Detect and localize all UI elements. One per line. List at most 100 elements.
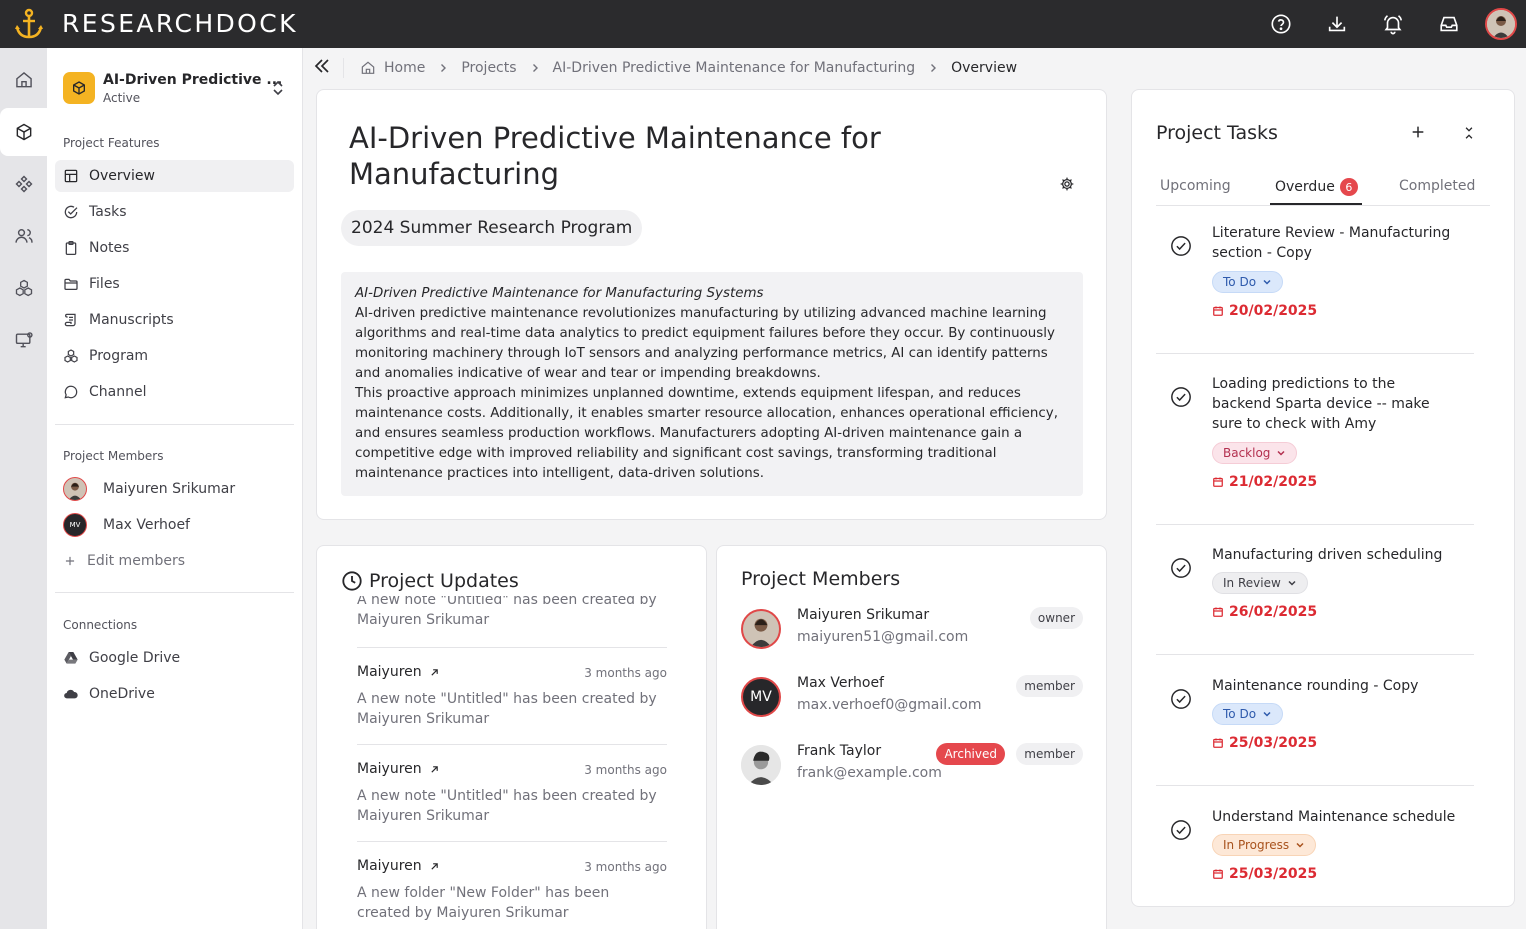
tasks-title: Project Tasks [1156,122,1278,144]
chevron-down-icon [1263,711,1271,717]
status-dropdown[interactable]: In Review [1212,572,1308,594]
update-time: 3 months ago [584,860,667,874]
top-bar: RESEARCHDOCK [0,0,1526,48]
gear-icon[interactable] [1059,176,1075,192]
page-title: AI-Driven Predictive Maintenance for Man… [349,121,881,191]
sidebar-item-google-drive[interactable]: Google Drive [55,642,294,674]
home-icon[interactable] [360,60,376,76]
role-badge: member [1016,743,1083,765]
updates-list[interactable]: A new note "Untitled" has been created b… [357,596,667,929]
sidebar-divider [55,592,294,593]
sidebar-item-files[interactable]: Files [55,268,294,300]
status-dropdown[interactable]: In Progress [1212,834,1317,856]
member-row[interactable]: Maiyuren Srikumar maiyuren51@gmail.com o… [741,607,1083,655]
sidebar-item-channel[interactable]: Channel [55,376,294,408]
rail-programs-icon[interactable] [0,264,47,312]
status-label: To Do [1223,707,1257,721]
breadcrumb-home[interactable]: Home [384,60,425,76]
project-name: AI-Driven Predictive ... [103,72,283,88]
update-author-name: Maiyuren [357,858,422,874]
chevron-right-icon [530,63,540,73]
due-date: 21/02/2025 [1212,474,1317,490]
task-item[interactable]: Maintenance rounding - Copy To Do 25/03/… [1156,676,1474,786]
tab-label: Overdue [1275,179,1335,195]
members-title: Project Members [741,568,901,590]
avatar [741,609,781,649]
edit-members-button[interactable]: Edit members [63,547,185,575]
onedrive-icon [64,689,78,699]
project-description: AI-Driven Predictive Maintenance for Man… [341,272,1083,496]
check-circle-icon[interactable] [1170,557,1192,579]
task-item[interactable]: Literature Review - Manufacturing sectio… [1156,223,1474,354]
sidebar-item-label: Files [89,276,120,292]
rail-project-icon[interactable] [0,108,47,156]
due-date-text: 25/03/2025 [1229,866,1318,882]
member-row[interactable]: MV Max Verhoef max.verhoef0@gmail.com me… [741,675,1083,723]
sidebar-item-onedrive[interactable]: OneDrive [55,678,294,710]
program-chip[interactable]: 2024 Summer Research Program [341,210,643,246]
breadcrumb-projects[interactable]: Projects [461,60,516,76]
sidebar-item-label: Google Drive [89,650,181,666]
sidebar-item-program[interactable]: Program [55,340,294,372]
sidebar-item-label: Notes [89,240,130,256]
rail-people-icon[interactable] [0,212,47,260]
rail-monitor-icon[interactable] [0,316,47,364]
connections-section-label: Connections [63,618,138,632]
sidebar-member[interactable]: MV Max Verhoef [63,511,190,539]
check-circle-icon[interactable] [1170,386,1192,408]
project-switcher[interactable]: AI-Driven Predictive ... Active [63,72,293,106]
sidebar-item-label: Manuscripts [89,312,174,328]
status-dropdown[interactable]: To Do [1212,271,1284,293]
sidebar-item-manuscripts[interactable]: Manuscripts [55,304,294,336]
check-circle-icon[interactable] [1170,819,1192,841]
rail-home-icon[interactable] [0,56,47,104]
member-row[interactable]: Frank Taylor frank@example.com Archived … [741,743,1083,791]
breadcrumb-project[interactable]: AI-Driven Predictive Maintenance for Man… [553,60,916,76]
chevron-down-icon [1263,279,1271,285]
project-members-card: Project Members Maiyuren Srikumar maiyur… [716,545,1107,929]
breadcrumb-divider [343,58,344,78]
task-item[interactable]: Loading predictions to the backend Spart… [1156,374,1474,525]
user-avatar[interactable] [1485,8,1517,40]
tab-upcoming[interactable]: Upcoming [1160,178,1231,194]
task-item[interactable]: Manufacturing driven scheduling In Revie… [1156,545,1474,655]
avatar: MV [741,677,781,717]
edit-members-label: Edit members [87,553,185,569]
rail-features-icon[interactable] [0,160,47,208]
brand-name[interactable]: RESEARCHDOCK [62,9,298,38]
download-icon[interactable] [1325,12,1349,36]
status-dropdown[interactable]: Backlog [1212,442,1298,464]
task-item[interactable]: Understand Maintenance schedule In Progr… [1156,807,1474,897]
scroll-icon [64,313,76,327]
bell-icon[interactable] [1381,12,1405,36]
sidebar-item-overview[interactable]: Overview [55,160,294,192]
layout-icon [64,169,78,183]
check-circle-icon[interactable] [1170,688,1192,710]
update-author[interactable]: Maiyuren [357,664,439,680]
add-task-icon[interactable] [1410,124,1426,140]
collapse-panel-icon[interactable] [1462,126,1476,140]
calendar-icon [1213,477,1223,487]
tab-completed[interactable]: Completed [1399,178,1475,194]
role-badge: owner [1029,607,1083,629]
anchor-logo-icon[interactable] [14,8,44,40]
sidebar-member[interactable]: Maiyuren Srikumar [63,475,235,503]
update-author[interactable]: Maiyuren [357,858,439,874]
sidebar-item-notes[interactable]: Notes [55,232,294,264]
sidebar-item-tasks[interactable]: Tasks [55,196,294,228]
member-name: Maiyuren Srikumar [103,481,236,497]
update-text: A new note "Untitled" has been created b… [357,691,657,727]
status-dropdown[interactable]: To Do [1212,703,1284,725]
icon-rail [0,48,47,929]
inbox-icon[interactable] [1437,12,1461,36]
sidebar-item-label: Program [89,348,149,364]
chevron-updown-icon[interactable] [271,80,285,96]
update-text: A new note "Untitled" has been created b… [357,788,657,824]
update-author[interactable]: Maiyuren [357,761,439,777]
due-date-text: 21/02/2025 [1229,474,1318,490]
task-title: Manufacturing driven scheduling [1212,547,1443,563]
check-circle-icon[interactable] [1170,235,1192,257]
tab-overdue[interactable]: Overdue 6 [1275,178,1358,196]
help-icon[interactable] [1269,12,1293,36]
collapse-sidebar-icon[interactable] [312,56,332,76]
